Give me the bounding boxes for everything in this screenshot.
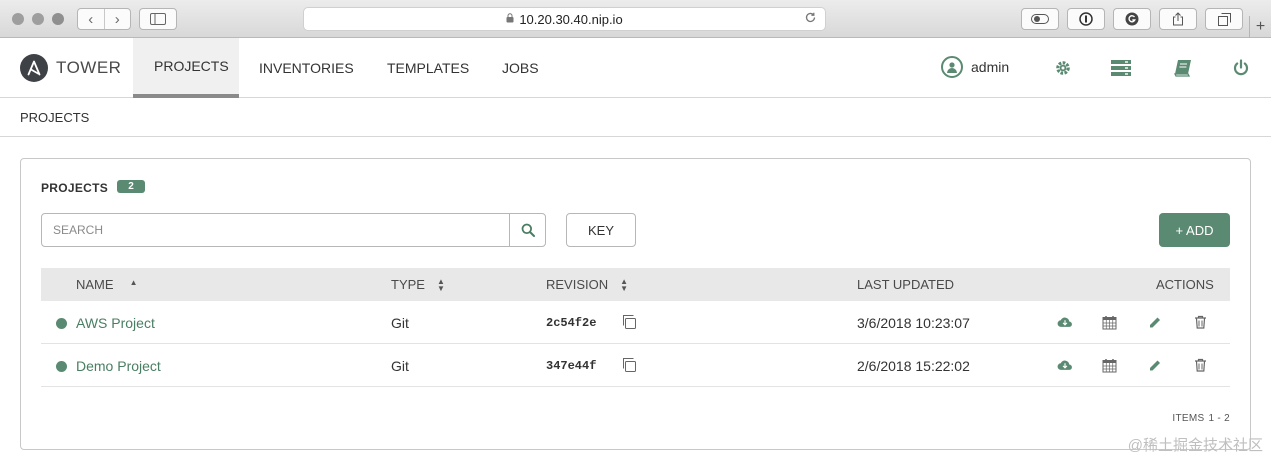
project-name-link[interactable]: Demo Project [76,358,161,374]
last-updated: 3/6/2018 10:23:07 [857,315,970,331]
tab-projects[interactable]: PROJECTS [133,38,239,98]
tab-templates[interactable]: TEMPLATES [366,38,490,98]
project-count-badge: 2 [117,180,145,193]
sidebar-icon [150,13,166,25]
tab-jobs[interactable]: JOBS [481,38,560,98]
history-nav: ‹ › [77,8,131,30]
top-navigation: TOWER PROJECTS INVENTORIES TEMPLATES JOB… [0,38,1271,98]
search-input[interactable] [42,214,509,246]
sync-cloud-icon[interactable] [1057,314,1073,330]
lock-icon [506,12,514,26]
user-icon [941,56,963,78]
calendar-icon[interactable] [1101,314,1117,330]
search-icon [521,223,535,237]
password-icon [1079,12,1093,26]
breadcrumb-projects[interactable]: PROJECTS [20,110,89,125]
column-actions: ACTIONS [1156,277,1214,292]
status-indicator[interactable] [56,318,67,329]
extension-toggle-button[interactable] [1021,8,1059,30]
username: admin [971,59,1010,75]
password-manager-button[interactable] [1067,8,1105,30]
ansible-logo-icon [20,54,48,82]
tabs-icon [1217,12,1231,26]
delete-trash-icon[interactable] [1192,314,1208,330]
sync-cloud-icon[interactable] [1057,357,1073,373]
key-button[interactable]: KEY [566,213,636,247]
user-menu[interactable]: admin [941,56,1009,78]
column-revision[interactable]: REVISION ▲ ▼ [546,277,628,292]
back-button[interactable]: ‹ [78,9,105,29]
settings-gear-icon[interactable] [1052,57,1074,79]
watermark: @稀土掘金技术社区 [1127,437,1263,454]
address-bar[interactable]: 10.20.30.40.nip.io [303,7,826,31]
power-logout-icon[interactable] [1230,57,1252,79]
browser-toolbar: ‹ › 10.20.30.40.nip.io + [0,0,1271,38]
share-button[interactable] [1159,8,1197,30]
new-tab-button[interactable]: + [1249,16,1271,38]
copy-icon[interactable] [621,314,637,330]
share-icon [1173,12,1183,26]
search-box [41,213,546,247]
breadcrumb: PROJECTS [0,98,1271,137]
edit-pencil-icon[interactable] [1147,314,1163,330]
copy-icon[interactable] [621,357,637,373]
items-range: 1 - 2 [1208,413,1230,424]
search-button[interactable] [509,214,545,246]
minimize-window-button[interactable] [32,13,44,25]
tab-inventories[interactable]: INVENTORIES [238,38,375,98]
toggle-icon [1031,14,1049,24]
project-type: Git [391,358,409,374]
sort-icon: ▲ ▼ [436,276,445,293]
calendar-icon[interactable] [1101,357,1117,373]
delete-trash-icon[interactable] [1192,357,1208,373]
tabs-overview-button[interactable] [1205,8,1243,30]
grammarly-button[interactable] [1113,8,1151,30]
table-row: AWS Project Git 2c54f2e 3/6/2018 10:23:0… [41,301,1230,344]
column-last-updated: LAST UPDATED [857,277,955,292]
sort-icon: ▲ ▼ [620,276,629,293]
add-project-button[interactable]: + ADD [1159,213,1230,247]
close-window-button[interactable] [12,13,24,25]
project-revision: 347e44f [546,359,597,373]
project-type: Git [391,315,409,331]
project-revision: 2c54f2e [546,316,597,330]
reload-icon[interactable] [804,11,817,27]
status-indicator[interactable] [56,361,67,372]
column-type[interactable]: TYPE ▲ ▼ [391,277,445,292]
brand-name: TOWER [56,58,122,77]
column-name[interactable]: NAME ▲ [76,277,137,292]
url-text: 10.20.30.40.nip.io [519,11,623,27]
documentation-book-icon[interactable] [1172,57,1194,79]
forward-button[interactable]: › [105,9,131,29]
maximize-window-button[interactable] [52,13,64,25]
sort-asc-icon: ▲ [129,278,138,287]
panel-title: PROJECTS [41,181,109,195]
table-header: NAME ▲ TYPE ▲ ▼ REVISION ▲ ▼ LAST UPDATED … [41,268,1230,301]
last-updated: 2/6/2018 15:22:02 [857,358,970,374]
table-row: Demo Project Git 347e44f 2/6/2018 15:22:… [41,344,1230,387]
project-name-link[interactable]: AWS Project [76,315,155,331]
server-list-icon[interactable] [1110,57,1132,79]
grammarly-icon [1125,12,1139,26]
sidebar-toggle-button[interactable] [139,8,177,30]
pagination-count: ITEMS 1 - 2 [1172,413,1230,424]
brand[interactable]: TOWER [20,54,121,82]
projects-panel: PROJECTS 2 KEY + ADD NAME ▲ TYPE ▲▼ REVI… [20,158,1251,450]
edit-pencil-icon[interactable] [1147,357,1163,373]
items-label: ITEMS [1172,413,1205,424]
